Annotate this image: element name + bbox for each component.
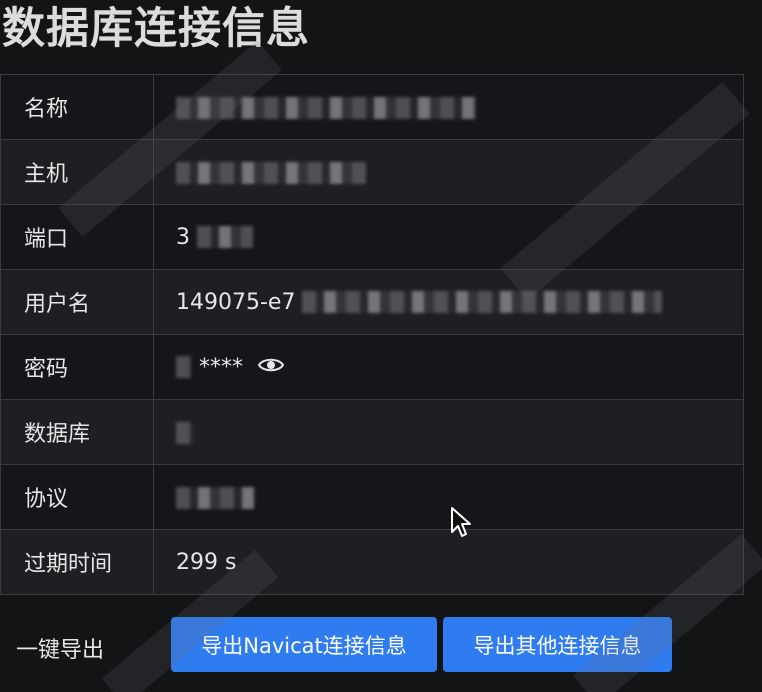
table-row: 主机 <box>0 139 744 205</box>
export-label: 一键导出 <box>16 638 105 663</box>
username-value: 149075-e7 <box>176 289 296 315</box>
export-row: 一键导出 导出Navicat连接信息 导出其他连接信息 <box>0 606 762 692</box>
expiry-value: 299 s <box>176 549 237 575</box>
row-label-host: 主机 <box>0 139 154 205</box>
password-masked: **** <box>199 354 243 380</box>
redacted-value <box>176 96 476 119</box>
table-row: 密码 **** <box>0 334 744 400</box>
table-row: 过期时间 299 s <box>0 529 744 595</box>
row-label-expiry: 过期时间 <box>0 529 154 595</box>
redacted-value <box>176 421 194 444</box>
row-value-protocol <box>153 464 744 530</box>
redacted-value <box>176 356 192 379</box>
row-value-password: **** <box>153 334 744 400</box>
row-value-username[interactable]: 149075-e7 <box>153 269 744 335</box>
table-row: 数据库 <box>0 399 744 465</box>
export-other-button[interactable]: 导出其他连接信息 <box>443 617 672 672</box>
export-navicat-button[interactable]: 导出Navicat连接信息 <box>171 617 437 672</box>
redacted-value <box>176 161 366 184</box>
row-label-username: 用户名 <box>0 269 154 335</box>
row-label-protocol: 协议 <box>0 464 154 530</box>
row-label-password: 密码 <box>0 334 154 400</box>
table-row: 端口 3 <box>0 204 744 270</box>
row-value-database <box>153 399 744 465</box>
row-label-database: 数据库 <box>0 399 154 465</box>
port-value: 3 <box>176 224 190 250</box>
row-value-name <box>153 74 744 140</box>
redacted-value <box>176 486 254 509</box>
eye-icon[interactable] <box>257 355 285 380</box>
row-value-host <box>153 139 744 205</box>
row-value-expiry: 299 s <box>153 529 744 595</box>
redacted-value <box>302 291 663 314</box>
table-row: 协议 <box>0 464 744 530</box>
page-title: 数据库连接信息 <box>2 4 310 54</box>
connection-info-page: 数据库连接信息 名称 主机 端口 3 用户名 149075-e7 密码 ****… <box>0 0 762 692</box>
connection-info-table: 名称 主机 端口 3 用户名 149075-e7 密码 **** 数据库 协议 … <box>0 74 744 595</box>
redacted-value <box>197 226 253 249</box>
mouse-pointer-icon <box>450 506 472 542</box>
row-value-port: 3 <box>153 204 744 270</box>
row-label-name: 名称 <box>0 74 154 140</box>
row-label-port: 端口 <box>0 204 154 270</box>
table-row: 用户名 149075-e7 <box>0 269 744 335</box>
table-row: 名称 <box>0 74 744 140</box>
